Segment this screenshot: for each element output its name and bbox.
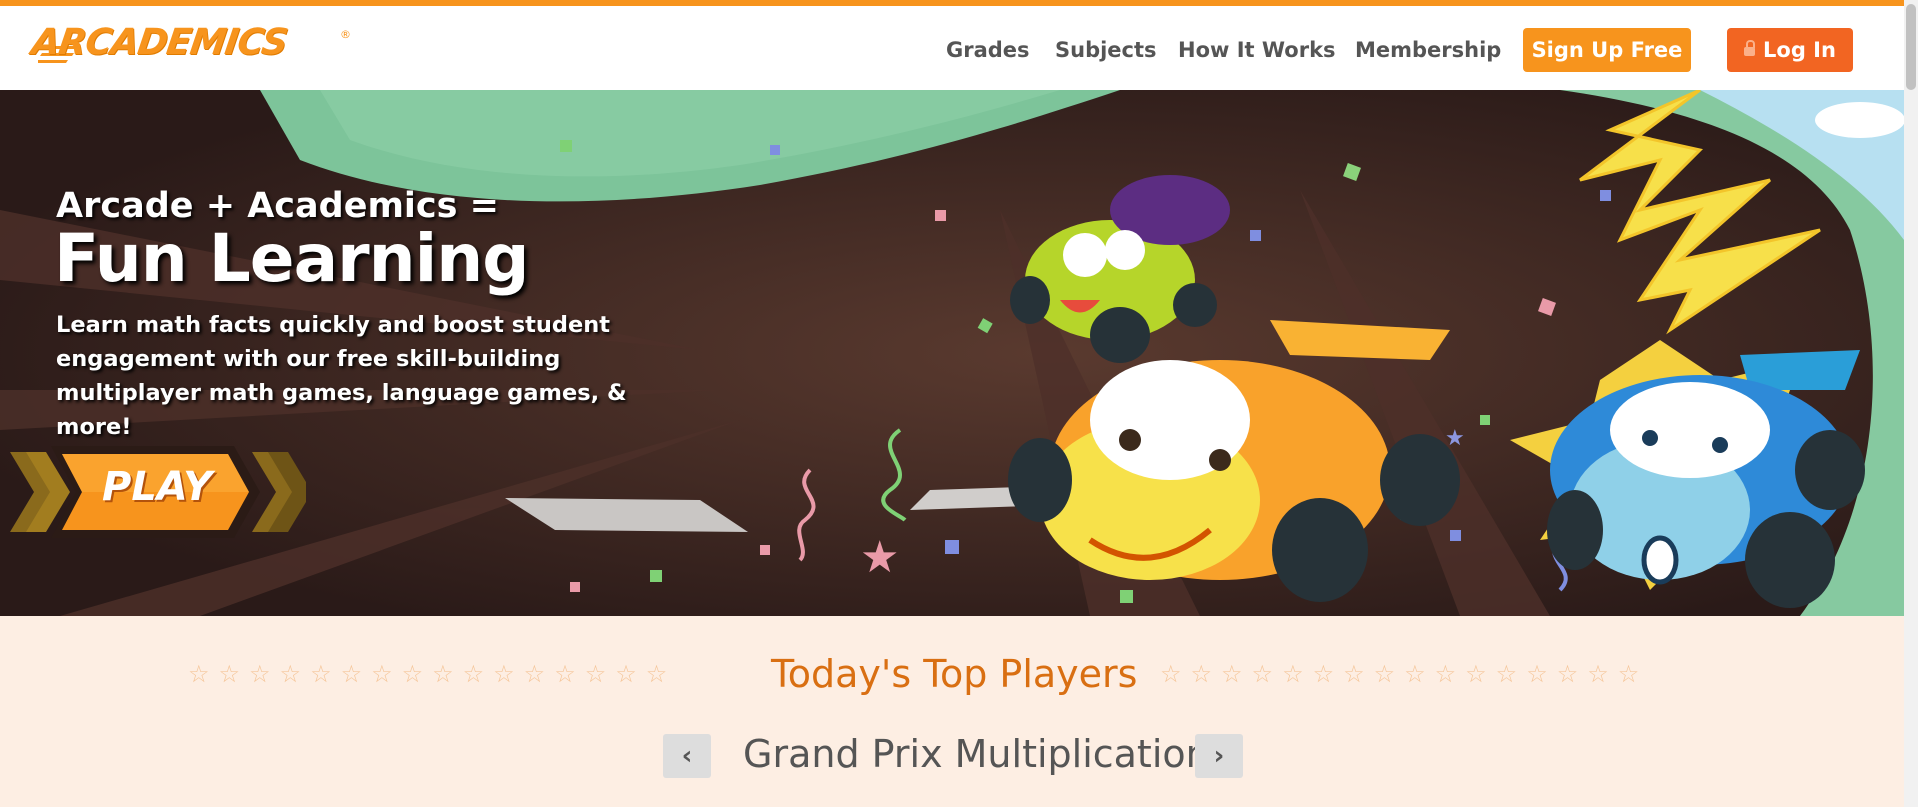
stars-decoration-left-icon: ☆☆☆☆☆☆☆☆☆☆☆☆☆☆☆☆ — [188, 660, 677, 688]
nav-how-it-works-link[interactable]: How It Works — [1178, 38, 1336, 62]
hero-banner: ★ ★ ★ — [0, 90, 1904, 616]
chevron-right-icon: › — [1213, 741, 1225, 771]
nav-grades-link[interactable]: Grades — [946, 38, 1030, 62]
top-players-heading: Today's Top Players — [771, 652, 1138, 696]
scrollbar-thumb[interactable] — [1906, 4, 1916, 90]
next-game-button[interactable]: › — [1195, 734, 1243, 778]
stars-decoration-right-icon: ☆☆☆☆☆☆☆☆☆☆☆☆☆☆☆☆ — [1160, 660, 1649, 688]
nav-subjects-link[interactable]: Subjects — [1055, 38, 1157, 62]
site-header: ARCADEMICS ® Grades Subjects How It Work… — [0, 6, 1904, 90]
sign-up-label: Sign Up Free — [1531, 38, 1683, 62]
sign-up-button[interactable]: Sign Up Free — [1523, 28, 1691, 72]
lock-icon — [1744, 39, 1756, 56]
hero-title: Fun Learning — [54, 220, 529, 297]
svg-text:★: ★ — [860, 532, 899, 583]
chevron-left-icon: ‹ — [681, 741, 693, 771]
previous-game-button[interactable]: ‹ — [663, 734, 711, 778]
play-label: PLAY — [102, 464, 213, 510]
page-scrollbar[interactable] — [1904, 0, 1918, 807]
top-players-section: ☆☆☆☆☆☆☆☆☆☆☆☆☆☆☆☆ Today's Top Players ☆☆☆… — [0, 616, 1904, 807]
nav-membership-link[interactable]: Membership — [1355, 38, 1501, 62]
log-in-button[interactable]: Log In — [1727, 28, 1853, 72]
game-title: Grand Prix Multiplication — [743, 732, 1210, 776]
hero-description: Learn math facts quickly and boost stude… — [56, 312, 627, 440]
site-logo[interactable]: ARCADEMICS — [29, 22, 289, 63]
log-in-label: Log In — [1763, 38, 1836, 62]
play-button[interactable]: PLAY — [6, 442, 306, 542]
logo-registered-mark: ® — [340, 28, 351, 41]
